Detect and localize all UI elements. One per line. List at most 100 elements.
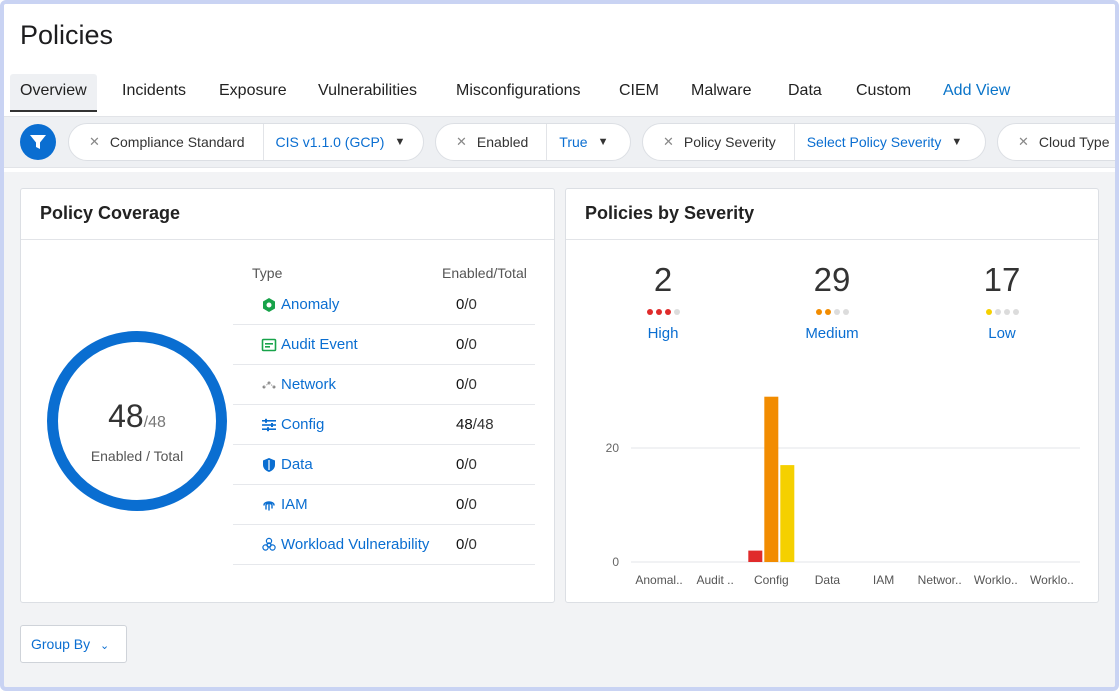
total-count: /48	[143, 414, 166, 431]
enabled-total-value: 0/0	[456, 336, 477, 353]
tab-ciem[interactable]: CIEM	[617, 74, 661, 112]
tab-malware[interactable]: Malware	[689, 74, 753, 112]
column-header-type: Type	[252, 265, 283, 281]
total-count: /0	[464, 456, 477, 473]
tab-misconfigurations[interactable]: Misconfigurations	[454, 74, 583, 112]
chevron-down-icon: ▼	[951, 136, 963, 148]
filter-value-select[interactable]: Select Policy Severity ▼	[793, 124, 977, 160]
tab-exposure[interactable]: Exposure	[217, 74, 289, 112]
filter-value-select[interactable]: True ▼	[546, 124, 622, 160]
filter-value: True	[559, 134, 588, 150]
table-row: Data 0/0	[233, 445, 535, 485]
filter-chip-policy-severity[interactable]: ✕ Policy Severity Select Policy Severity…	[642, 123, 986, 161]
filter-chip-cloud-type[interactable]: ✕ Cloud Type	[997, 123, 1115, 161]
enabled-total-value: 0/0	[456, 296, 477, 313]
filter-chip-enabled[interactable]: ✕ Enabled True ▼	[435, 123, 631, 161]
x-tick-label: Worklo..	[974, 573, 1018, 587]
x-tick-label: Networ..	[918, 573, 962, 587]
table-row: IAM 0/0	[233, 485, 535, 525]
shield-icon	[263, 458, 275, 472]
audit-event-icon	[261, 338, 277, 352]
tab-incidents[interactable]: Incidents	[120, 74, 188, 112]
group-by-label: Group By	[31, 636, 91, 652]
remove-filter-icon[interactable]: ✕	[89, 134, 100, 150]
filter-name: Enabled	[476, 134, 529, 150]
x-tick-label: Config	[754, 573, 789, 587]
remove-filter-icon[interactable]: ✕	[1018, 134, 1029, 150]
page-title: Policies	[20, 20, 114, 50]
severity-bar-chart: 0 20 Anomal.. Audit .. Config Data IAM Networ..…	[606, 396, 1080, 587]
total-count: /0	[464, 376, 477, 393]
y-tick-label: 20	[606, 441, 620, 455]
total-count: /48	[472, 416, 494, 433]
filter-button[interactable]	[20, 124, 56, 160]
x-tick-label: Data	[815, 573, 841, 587]
enabled-count: 48	[456, 416, 473, 433]
x-tick-label: Anomal..	[635, 573, 682, 587]
type-link[interactable]: Workload Vulnerability	[281, 536, 429, 553]
chevron-down-icon: ⌄	[100, 640, 110, 652]
total-count: /0	[464, 536, 477, 553]
filter-icon	[30, 135, 46, 149]
table-row: Anomaly 0/0	[233, 285, 535, 325]
filter-value-select[interactable]: CIS v1.1.0 (GCP) ▼	[262, 124, 420, 160]
tab-overview[interactable]: Overview	[10, 74, 97, 112]
divider	[21, 239, 554, 240]
network-icon	[262, 381, 276, 389]
enabled-total-value: 0/0	[456, 376, 477, 393]
enabled-total-value: 48/48	[456, 416, 494, 433]
table-row: Config 48/48	[233, 405, 535, 445]
filter-name: Policy Severity	[683, 134, 776, 150]
policy-coverage-card: Policy Coverage 48/48 Enabled / Total Ty…	[20, 188, 555, 603]
config-icon	[262, 418, 276, 432]
add-view-link[interactable]: Add View	[941, 74, 1012, 112]
bar-high-config	[748, 550, 763, 562]
tab-bar: Overview Incidents Exposure Vulnerabilit…	[4, 74, 1115, 112]
type-link[interactable]: IAM	[281, 496, 308, 513]
type-link[interactable]: Anomaly	[281, 296, 339, 313]
coverage-donut: 48/48 Enabled / Total	[47, 331, 227, 511]
column-header-enabled-total: Enabled/Total	[442, 265, 527, 281]
enabled-count: 48	[108, 398, 144, 434]
total-count: /0	[464, 296, 477, 313]
type-link[interactable]: Network	[281, 376, 336, 393]
filter-name: Cloud Type	[1038, 134, 1110, 150]
type-link[interactable]: Audit Event	[281, 336, 358, 353]
policies-by-severity-card: Policies by Severity 2 High 29 Medium 17…	[565, 188, 1099, 603]
group-by-dropdown[interactable]: Group By ⌄	[20, 625, 127, 663]
type-link[interactable]: Config	[281, 416, 324, 433]
card-title: Policy Coverage	[40, 203, 181, 223]
enabled-total-value: 0/0	[456, 536, 477, 553]
bar-medium-config	[764, 396, 779, 562]
tab-data[interactable]: Data	[786, 74, 824, 112]
filter-value: CIS v1.1.0 (GCP)	[275, 134, 385, 150]
header: Policies Overview Incidents Exposure Vul…	[4, 4, 1115, 172]
chevron-down-icon: ▼	[597, 136, 609, 148]
enabled-total-value: 0/0	[456, 456, 477, 473]
donut-label: Enabled / Total	[90, 448, 184, 464]
window-frame: Policies Overview Incidents Exposure Vul…	[0, 0, 1119, 691]
x-tick-label: Worklo..	[1030, 573, 1074, 587]
remove-filter-icon[interactable]: ✕	[456, 134, 467, 150]
x-tick-label: Audit ..	[697, 573, 734, 587]
enabled-total-value: 0/0	[456, 496, 477, 513]
donut-value: 48/48	[58, 398, 216, 435]
biohazard-icon	[262, 537, 276, 551]
total-count: /0	[464, 496, 477, 513]
total-count: /0	[464, 336, 477, 353]
tab-custom[interactable]: Custom	[854, 74, 913, 112]
remove-filter-icon[interactable]: ✕	[663, 134, 674, 150]
filter-value: Select Policy Severity	[806, 134, 942, 150]
table-row: Network 0/0	[233, 365, 535, 405]
chevron-down-icon: ▼	[394, 136, 406, 148]
bar-low-config	[780, 465, 795, 562]
fingerprint-icon	[263, 501, 275, 511]
x-tick-label: IAM	[873, 573, 894, 587]
y-tick-label: 0	[612, 555, 619, 569]
anomaly-icon	[263, 298, 275, 312]
filter-name: Compliance Standard	[109, 134, 245, 150]
type-link[interactable]: Data	[281, 456, 313, 473]
filter-chip-compliance-standard[interactable]: ✕ Compliance Standard CIS v1.1.0 (GCP) ▼	[68, 123, 424, 161]
table-row: Workload Vulnerability 0/0	[233, 525, 535, 565]
tab-vulnerabilities[interactable]: Vulnerabilities	[316, 74, 419, 112]
